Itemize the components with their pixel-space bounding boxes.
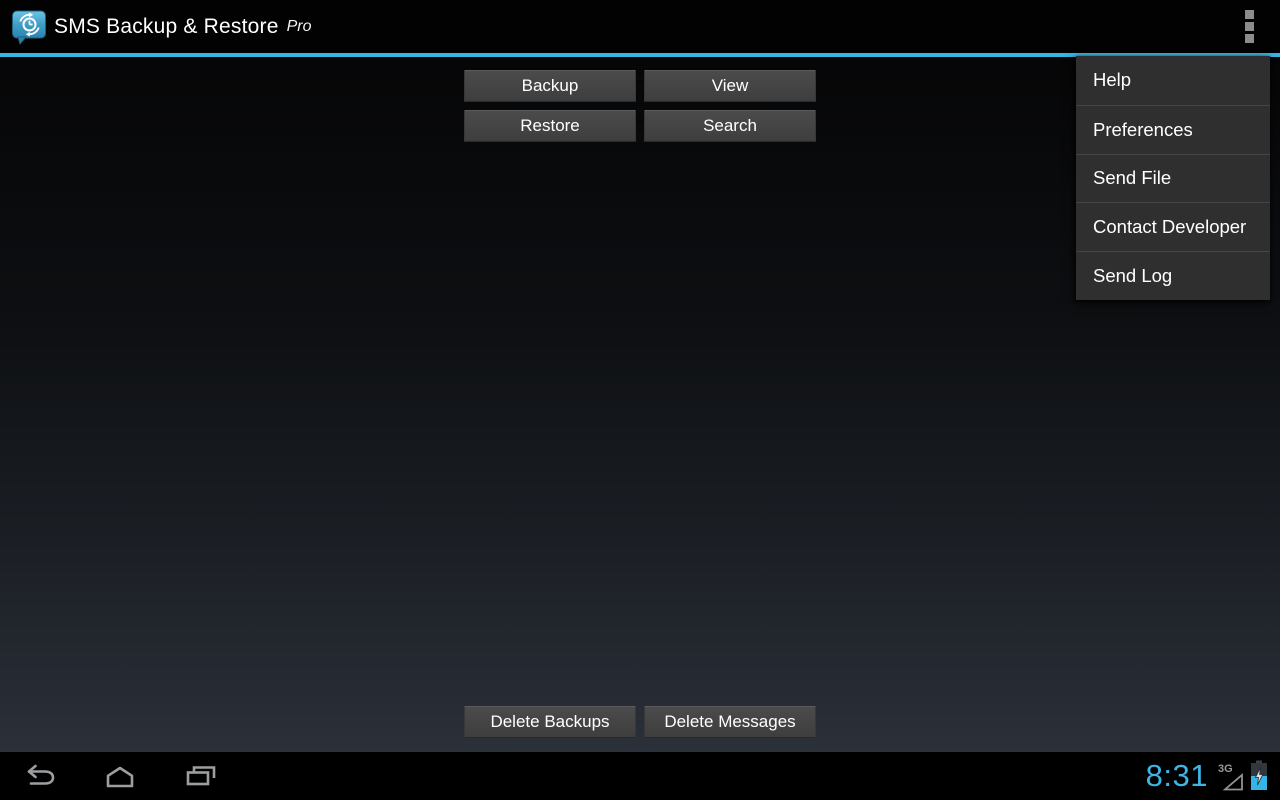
app-icon (11, 9, 47, 47)
battery-charging-icon (1250, 760, 1268, 792)
overflow-menu: Help Preferences Send File Contact Devel… (1076, 56, 1270, 300)
delete-button-grid: Delete Backups Delete Messages (464, 706, 816, 738)
restore-button[interactable]: Restore (464, 110, 636, 142)
view-button[interactable]: View (644, 70, 816, 102)
home-icon (106, 766, 134, 788)
recent-apps-button[interactable] (177, 752, 225, 800)
system-nav-bar: 8:31 3G (0, 752, 1280, 800)
search-button[interactable]: Search (644, 110, 816, 142)
back-icon (27, 764, 55, 785)
menu-item-preferences[interactable]: Preferences (1076, 104, 1270, 154)
overflow-menu-icon (1244, 10, 1254, 19)
main-button-grid: Backup View Restore Search (464, 70, 816, 142)
menu-item-contact-developer[interactable]: Contact Developer (1076, 202, 1270, 251)
delete-backups-button[interactable]: Delete Backups (464, 706, 636, 738)
menu-item-send-file[interactable]: Send File (1076, 153, 1270, 203)
screen: SMS Backup & Restore Pro Backup View Res… (0, 0, 1280, 800)
backup-button[interactable]: Backup (464, 70, 636, 102)
signal-triangle-icon (1223, 773, 1243, 791)
signal-indicator: 3G (1218, 759, 1244, 793)
menu-item-help[interactable]: Help (1076, 56, 1270, 105)
recent-apps-icon (186, 766, 216, 786)
app-title-text: SMS Backup & Restore (54, 14, 279, 38)
page-title: SMS Backup & Restore Pro (54, 0, 312, 53)
back-button[interactable] (16, 752, 64, 800)
overflow-menu-button[interactable] (1218, 0, 1280, 53)
app-title-pro-badge: Pro (286, 17, 312, 35)
status-cluster: 8:31 3G (1146, 752, 1268, 800)
clock: 8:31 (1145, 758, 1208, 793)
menu-item-send-log[interactable]: Send Log (1076, 251, 1270, 300)
action-bar: SMS Backup & Restore Pro (0, 0, 1280, 53)
delete-messages-button[interactable]: Delete Messages (644, 706, 816, 738)
home-button[interactable] (96, 752, 144, 800)
